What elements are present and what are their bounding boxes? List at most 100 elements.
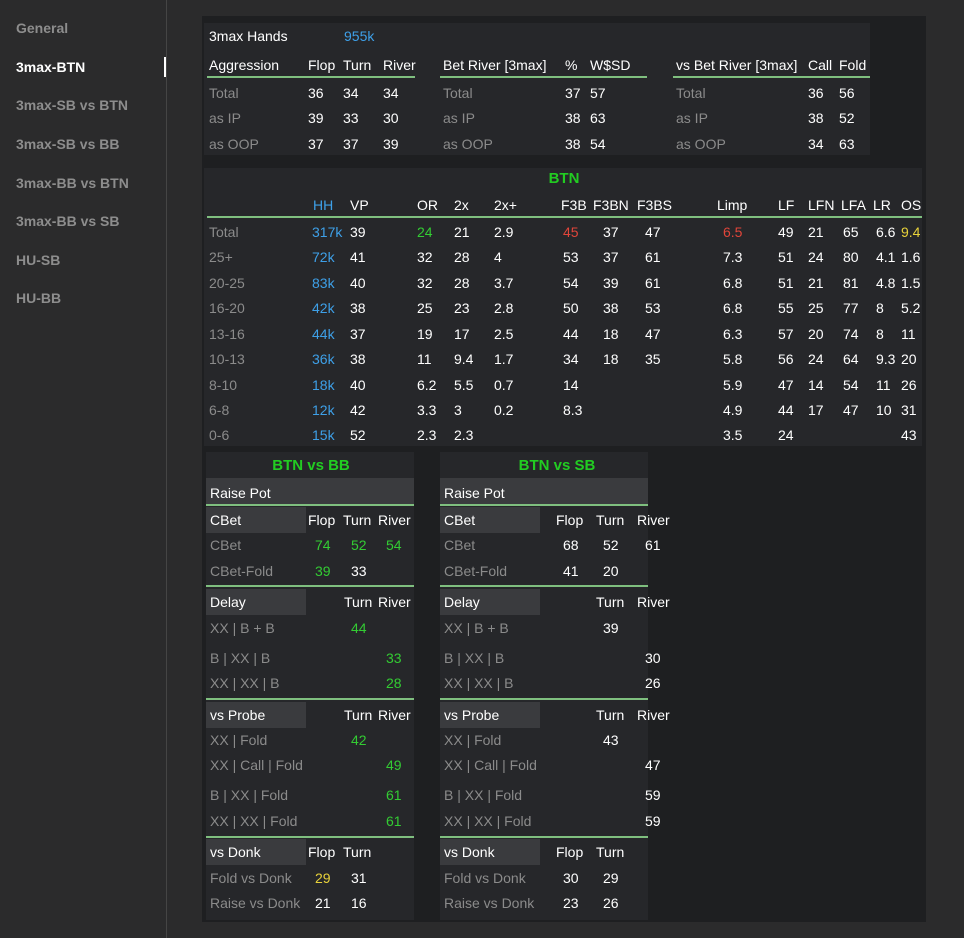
stat-value: 9.4 bbox=[454, 351, 474, 367]
stat-value: 2.9 bbox=[494, 224, 514, 240]
sidebar-item-3max-bb-vs-sb[interactable]: 3max-BB vs SB bbox=[16, 213, 120, 229]
column-header-lr: LR bbox=[873, 197, 891, 213]
stat-value: 30 bbox=[563, 870, 579, 886]
stat-value: 26 bbox=[603, 895, 619, 911]
stat-value: 53 bbox=[645, 300, 661, 316]
column-header: River bbox=[378, 707, 411, 723]
stat-value: 68 bbox=[563, 537, 579, 553]
stat-value: 37 bbox=[565, 85, 581, 101]
stat-value: 59 bbox=[645, 787, 661, 803]
column-header: Turn bbox=[596, 707, 625, 723]
stat-value: 34 bbox=[383, 85, 399, 101]
stat-value: 51 bbox=[778, 275, 794, 291]
sidebar-item-3max-bb-vs-btn[interactable]: 3max-BB vs BTN bbox=[16, 175, 129, 191]
stat-value: 38 bbox=[565, 110, 581, 126]
stat-value: 4 bbox=[494, 249, 502, 265]
column-header-lf: LF bbox=[778, 197, 795, 213]
stat-value: 61 bbox=[645, 249, 661, 265]
stat-value: 317k bbox=[312, 224, 343, 240]
stat-value: 36k bbox=[312, 351, 335, 367]
row-label: 20-25 bbox=[209, 275, 245, 291]
stat-value: 2.5 bbox=[494, 326, 514, 342]
stat-value: 28 bbox=[454, 275, 470, 291]
stat-value: 20 bbox=[901, 351, 917, 367]
row-label: XX | Fold bbox=[210, 732, 268, 748]
sidebar-item-hu-sb[interactable]: HU-SB bbox=[16, 252, 60, 268]
stat-value: 54 bbox=[386, 537, 402, 553]
btn-header-divider bbox=[207, 216, 922, 218]
vs-bet-river-divider bbox=[673, 76, 870, 78]
stat-value: 37 bbox=[308, 136, 324, 152]
column-header: Flop bbox=[556, 512, 584, 528]
stat-value: 1.7 bbox=[494, 351, 514, 367]
stat-value: 52 bbox=[603, 537, 619, 553]
stat-value: 12k bbox=[312, 402, 335, 418]
vs-bb-title: BTN vs BB bbox=[272, 457, 350, 474]
stat-value: 50 bbox=[563, 300, 579, 316]
row-label: B | XX | Fold bbox=[444, 787, 523, 803]
column-header: River bbox=[383, 57, 416, 73]
stat-value: 33 bbox=[386, 650, 402, 666]
sidebar-item-3max-btn[interactable]: 3max-BTN bbox=[16, 59, 85, 75]
raise-pot-label: Raise Pot bbox=[444, 485, 505, 501]
stat-value: 38 bbox=[350, 300, 366, 316]
stat-value: 42k bbox=[312, 300, 335, 316]
stat-value: 51 bbox=[778, 249, 794, 265]
stat-value: 14 bbox=[808, 377, 824, 393]
stat-value: 41 bbox=[563, 563, 579, 579]
sidebar-item-general[interactable]: General bbox=[16, 20, 68, 36]
column-header-f3bn: F3BN bbox=[593, 197, 629, 213]
stat-value: 44 bbox=[563, 326, 579, 342]
stat-value: 47 bbox=[645, 757, 661, 773]
stat-value: 38 bbox=[350, 351, 366, 367]
sidebar: General 3max-BTN 3max-SB vs BTN 3max-SB vs … bbox=[0, 0, 167, 938]
stat-value: 6.3 bbox=[723, 326, 743, 342]
row-label: 13-16 bbox=[209, 326, 245, 342]
stat-value: 28 bbox=[386, 675, 402, 691]
stat-value: 5.2 bbox=[901, 300, 921, 316]
stat-value: 17 bbox=[808, 402, 824, 418]
column-header: River bbox=[637, 707, 670, 723]
stat-value: 40 bbox=[350, 275, 366, 291]
stat-value: 44 bbox=[778, 402, 794, 418]
stat-value: 6.2 bbox=[417, 377, 437, 393]
row-label: Total bbox=[209, 224, 239, 240]
row-label: CBet-Fold bbox=[210, 563, 274, 579]
sidebar-item-3max-sb-vs-btn[interactable]: 3max-SB vs BTN bbox=[16, 97, 128, 113]
cbet-header: CBet bbox=[210, 512, 242, 528]
stat-value: 16 bbox=[351, 895, 367, 911]
stat-value: 4.1 bbox=[876, 249, 896, 265]
stat-value: 3.3 bbox=[417, 402, 437, 418]
stat-value: 33 bbox=[351, 563, 367, 579]
raise-pot-label: Raise Pot bbox=[210, 485, 271, 501]
vs-sb-title: BTN vs SB bbox=[518, 457, 596, 474]
stat-value: 45 bbox=[563, 224, 579, 240]
row-label: 16-20 bbox=[209, 300, 245, 316]
stat-value: 74 bbox=[315, 537, 331, 553]
column-header: River bbox=[378, 594, 411, 610]
stat-value: 6.8 bbox=[723, 300, 743, 316]
aggression-header: Aggression bbox=[209, 57, 280, 73]
stat-value: 5.9 bbox=[723, 377, 743, 393]
stat-value: 1.5 bbox=[901, 275, 921, 291]
stat-value: 24 bbox=[808, 249, 824, 265]
row-label: B | XX | B bbox=[210, 650, 271, 666]
stat-value: 29 bbox=[603, 870, 619, 886]
stat-value: 29 bbox=[315, 870, 331, 886]
stat-value: 41 bbox=[350, 249, 366, 265]
stat-value: 8.3 bbox=[563, 402, 583, 418]
sidebar-item-hu-bb[interactable]: HU-BB bbox=[16, 290, 61, 306]
stat-value: 39 bbox=[308, 110, 324, 126]
delay-divider bbox=[440, 698, 648, 700]
stat-value: 37 bbox=[603, 224, 619, 240]
donk-header: vs Donk bbox=[444, 844, 495, 860]
stat-value: 47 bbox=[778, 377, 794, 393]
stat-value: 57 bbox=[590, 85, 606, 101]
stat-value: 57 bbox=[778, 326, 794, 342]
row-label: XX | XX | Fold bbox=[444, 813, 532, 829]
column-header-2x-: 2x+ bbox=[494, 197, 517, 213]
sidebar-item-3max-sb-vs-bb[interactable]: 3max-SB vs BB bbox=[16, 136, 120, 152]
stat-value: 47 bbox=[645, 326, 661, 342]
column-header-vp: VP bbox=[350, 197, 369, 213]
column-header: Turn bbox=[343, 57, 372, 73]
